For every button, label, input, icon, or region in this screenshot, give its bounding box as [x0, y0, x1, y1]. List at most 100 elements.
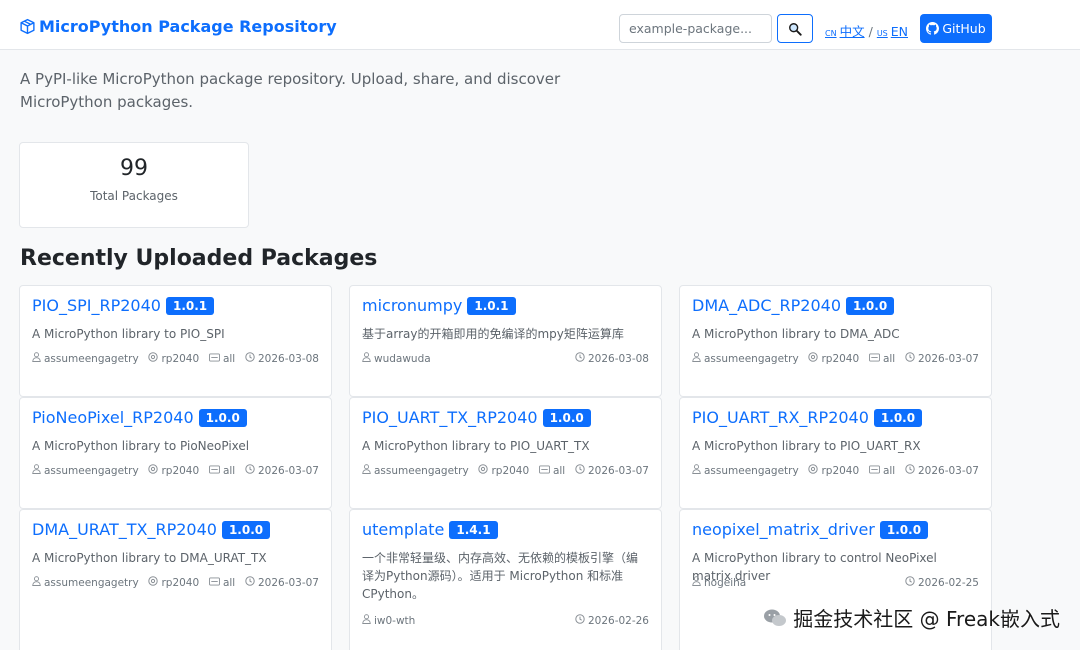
package-name-link[interactable]: utemplate	[362, 520, 444, 539]
chip-icon	[808, 464, 821, 477]
meta-board: all	[869, 465, 895, 477]
package-description: A MicroPython library to PIO_UART_TX	[362, 439, 590, 453]
package-card[interactable]: PIO_SPI_RP2040 1.0.1 A MicroPython library…	[19, 285, 332, 397]
package-author: assumeengagetry	[44, 576, 139, 589]
package-name-link[interactable]: PIO_UART_RX_RP2040	[692, 408, 869, 427]
clock-icon	[905, 352, 918, 365]
search-button[interactable]	[777, 14, 813, 43]
package-card[interactable]: PIO_UART_TX_RP2040 1.0.0 A MicroPython lib…	[349, 397, 662, 509]
watermark-text: 掘金技术社区 @ Freak嵌入式	[793, 607, 1060, 631]
package-description: 一个非常轻量级、内存高效、无依赖的模板引擎（编译为Python源码）。适用于 M…	[362, 551, 639, 601]
package-header: PioNeoPixel_RP2040 1.0.0	[32, 408, 247, 427]
package-header: utemplate 1.4.1	[362, 520, 498, 539]
meta-chip: rp2040	[808, 464, 859, 477]
clock-icon	[575, 614, 588, 627]
package-author: assumeengagetry	[704, 352, 799, 365]
package-name-link[interactable]: PioNeoPixel_RP2040	[32, 408, 194, 427]
brand-link[interactable]: MicroPython Package Repository	[19, 17, 337, 36]
package-name-link[interactable]: PIO_SPI_RP2040	[32, 296, 161, 315]
package-description: A MicroPython library to PIO_UART_RX	[692, 439, 921, 453]
language-switcher: CN 中文 / US EN	[825, 21, 908, 40]
package-name-link[interactable]: DMA_ADC_RP2040	[692, 296, 841, 315]
user-icon	[32, 464, 44, 477]
package-header: PIO_UART_TX_RP2040 1.0.0	[362, 408, 591, 427]
package-card[interactable]: micronumpy 1.0.1 基于array的开箱即用的免编译的mpy矩阵运算库…	[349, 285, 662, 397]
total-packages-count: 99	[120, 156, 148, 181]
user-icon	[362, 614, 374, 627]
package-description: A MicroPython library to PIO_SPI	[32, 327, 225, 341]
clock-icon	[905, 464, 918, 477]
package-date: 2026-02-26	[587, 614, 649, 627]
version-badge: 1.0.1	[165, 296, 215, 315]
clock-icon	[905, 576, 918, 589]
meta-chip: rp2040	[148, 576, 199, 589]
intro-text: A PyPI-like MicroPython package reposito…	[20, 70, 561, 111]
package-date: 2026-03-07	[257, 576, 319, 589]
package-card[interactable]: PIO_UART_RX_RP2040 1.0.0 A MicroPython lib…	[679, 397, 992, 509]
chip-icon	[478, 464, 491, 477]
package-chip: rp2040	[161, 352, 200, 365]
chip-icon	[148, 576, 161, 589]
package-date: 2026-03-07	[257, 464, 319, 477]
package-date: 2026-03-08	[587, 352, 649, 365]
github-button[interactable]: GitHub	[920, 14, 992, 43]
meta-author: assumeengagetry	[32, 576, 139, 589]
meta-chip: rp2040	[148, 352, 199, 365]
package-date: 2026-03-08	[257, 352, 319, 365]
board-icon	[209, 576, 223, 589]
user-icon	[692, 352, 704, 365]
user-icon	[362, 352, 374, 365]
github-icon	[926, 22, 940, 35]
meta-author: assumeengagetry	[32, 352, 139, 365]
package-board: all	[552, 464, 566, 477]
package-description: A MicroPython library to DMA_URAT_TX	[32, 551, 267, 565]
meta-board: all	[209, 465, 235, 477]
package-header: micronumpy 1.0.1	[362, 296, 516, 315]
package-card[interactable]: PioNeoPixel_RP2040 1.0.0 A MicroPython lib…	[19, 397, 332, 509]
package-header: PIO_SPI_RP2040 1.0.1	[32, 296, 215, 315]
package-meta: hogeiha 2026-02-25	[692, 576, 979, 589]
navbar: MicroPython Package Repository CN 中文 / U…	[0, 0, 1080, 50]
search-input[interactable]	[619, 14, 772, 43]
github-label: GitHub	[942, 21, 986, 36]
wechat-icon	[764, 609, 787, 626]
package-name-link[interactable]: DMA_URAT_TX_RP2040	[32, 520, 217, 539]
user-icon	[32, 576, 44, 589]
package-meta: assumeengagetry rp2040 all 2026-03-07	[362, 464, 649, 477]
package-chip: rp2040	[821, 352, 860, 365]
brand-title: MicroPython Package Repository	[39, 17, 337, 36]
meta-author: assumeengagetry	[692, 352, 799, 365]
package-author: assumeengagetry	[374, 464, 469, 477]
version-badge: 1.0.0	[846, 296, 895, 315]
package-header: neopixel_matrix_driver 1.0.0	[692, 520, 929, 539]
package-name-link[interactable]: neopixel_matrix_driver	[692, 520, 875, 539]
watermark: 掘金技术社区 @ Freak嵌入式	[763, 603, 1060, 632]
total-packages-label: Total Packages	[90, 189, 178, 203]
clock-icon	[245, 464, 258, 477]
version-badge: 1.0.0	[221, 520, 271, 539]
version-badge: 1.4.1	[449, 520, 498, 539]
clock-icon	[575, 352, 588, 365]
clock-icon	[245, 576, 258, 589]
version-badge: 1.0.0	[873, 408, 923, 427]
version-badge: 1.0.0	[879, 520, 929, 539]
package-card[interactable]: DMA_ADC_RP2040 1.0.0 A MicroPython library…	[679, 285, 992, 397]
package-meta: assumeengagetry rp2040 all 2026-03-07	[32, 576, 319, 589]
meta-chip: rp2040	[808, 352, 859, 365]
package-header: PIO_UART_RX_RP2040 1.0.0	[692, 408, 923, 427]
lang-cn-link[interactable]: 中文	[840, 21, 865, 40]
package-card[interactable]: DMA_URAT_TX_RP2040 1.0.0 A MicroPython lib…	[19, 509, 332, 650]
package-meta: assumeengagetry rp2040 all 2026-03-07	[32, 464, 319, 477]
board-icon	[209, 464, 223, 477]
package-name-link[interactable]: PIO_UART_TX_RP2040	[362, 408, 538, 427]
meta-board: all	[539, 465, 565, 477]
meta-author: assumeengagetry	[362, 464, 469, 477]
package-author: wudawuda	[374, 352, 431, 365]
package-card[interactable]: utemplate 1.4.1 一个非常轻量级、内存高效、无依赖的模板引擎（编译为P…	[349, 509, 662, 650]
meta-date: 2026-03-07	[245, 576, 319, 589]
package-name-link[interactable]: micronumpy	[362, 296, 462, 315]
meta-board: all	[209, 353, 235, 365]
user-icon	[32, 352, 44, 365]
lang-en-link[interactable]: EN	[891, 24, 908, 39]
package-date: 2026-02-25	[917, 576, 979, 589]
